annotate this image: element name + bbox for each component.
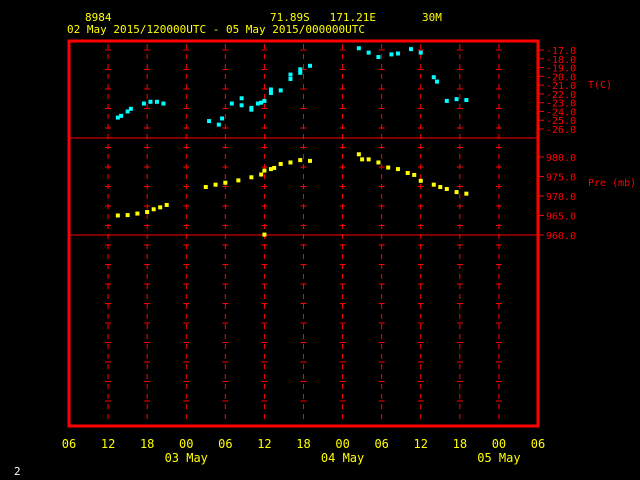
pressure-point xyxy=(213,182,218,187)
pressure-point xyxy=(360,157,365,162)
pressure-point xyxy=(405,170,410,175)
temperature-point xyxy=(431,75,436,80)
x-tick-label: 12 xyxy=(101,437,115,451)
date-label: 05 May xyxy=(477,451,520,465)
temperature-point xyxy=(161,101,166,106)
temperature-point xyxy=(128,106,133,111)
pressure-point xyxy=(223,180,228,185)
temperature-point xyxy=(239,96,244,101)
temperature-point xyxy=(454,97,459,102)
pressure-point xyxy=(356,152,361,157)
temperature-point xyxy=(444,98,449,103)
temperature-axis-label: T(C) xyxy=(588,80,612,91)
pressure-point xyxy=(431,182,436,187)
x-tick-label: 18 xyxy=(140,437,154,451)
temperature-point xyxy=(308,63,313,68)
pressure-point xyxy=(418,178,423,183)
x-tick-label: 18 xyxy=(296,437,310,451)
pressure-point xyxy=(298,158,303,163)
pressure-point xyxy=(412,172,417,177)
temperature-point xyxy=(262,98,267,103)
temperature-point xyxy=(298,70,303,75)
y-tick-label: 960.0 xyxy=(546,231,576,242)
pressure-point xyxy=(262,232,267,237)
temperature-point xyxy=(141,101,146,106)
pressure-point xyxy=(249,175,254,180)
x-tick-label: 06 xyxy=(374,437,388,451)
pressure-point xyxy=(115,213,120,218)
temperature-point xyxy=(268,91,273,96)
y-tick-label: -26.0 xyxy=(546,125,576,136)
pressure-point xyxy=(454,190,459,195)
pressure-point xyxy=(464,191,469,196)
temperature-point xyxy=(298,67,303,72)
x-tick-label: 06 xyxy=(62,437,76,451)
pressure-point xyxy=(272,165,277,170)
temperature-point xyxy=(418,50,423,55)
x-tick-label: 00 xyxy=(179,437,193,451)
pressure-point xyxy=(158,205,163,210)
y-tick-label: 975.0 xyxy=(546,173,576,184)
x-tick-label: 12 xyxy=(414,437,428,451)
pressure-point xyxy=(151,207,156,212)
temperature-point xyxy=(220,116,225,121)
pressure-point xyxy=(203,185,208,190)
temperature-point xyxy=(435,79,440,84)
y-tick-label: 970.0 xyxy=(546,192,576,203)
temperature-point xyxy=(366,50,371,55)
pressure-point xyxy=(278,162,283,167)
time-gridlines xyxy=(105,44,502,424)
temperature-point xyxy=(239,103,244,108)
temperature-point xyxy=(356,46,361,51)
data-points xyxy=(115,46,469,237)
temperature-point xyxy=(408,47,413,52)
temperature-point xyxy=(154,99,159,104)
pressure-point xyxy=(288,160,293,165)
y-tick-label: 965.0 xyxy=(546,212,576,223)
x-tick-label: 00 xyxy=(492,437,506,451)
page-number: 2 xyxy=(14,465,21,478)
pressure-point xyxy=(444,186,449,191)
temperature-point xyxy=(464,98,469,103)
temperature-point xyxy=(148,99,153,104)
temperature-point xyxy=(288,76,293,81)
pressure-point xyxy=(145,209,150,214)
temperature-point xyxy=(229,101,234,106)
temperature-point xyxy=(395,51,400,56)
pressure-point xyxy=(366,157,371,162)
pressure-point xyxy=(164,202,169,207)
pressure-point xyxy=(395,167,400,172)
date-label: 03 May xyxy=(165,451,208,465)
temperature-point xyxy=(207,119,212,124)
meteogram-chart: -17.0-18.0-19.0-20.0-21.0-22.0-23.0-24.0… xyxy=(62,39,636,465)
y-tick-label: 980.0 xyxy=(546,153,576,164)
pressure-axis-label: Pre (mb) xyxy=(588,178,636,189)
temperature-point xyxy=(389,52,394,57)
pressure-point xyxy=(308,158,313,163)
temperature-point xyxy=(268,87,273,92)
pressure-point xyxy=(259,172,264,177)
temperature-point xyxy=(249,107,254,112)
pressure-point xyxy=(236,178,241,183)
time-axis: 06 12 18 00 06 12 18 00 06 12 18 00 06 03 May 04 May 05… xyxy=(62,437,545,465)
date-label: 04 May xyxy=(321,451,364,465)
pressure-point xyxy=(262,168,267,173)
x-tick-label: 12 xyxy=(257,437,271,451)
x-tick-label: 06 xyxy=(531,437,545,451)
x-tick-label: 18 xyxy=(453,437,467,451)
temperature-point xyxy=(119,113,124,118)
pressure-point xyxy=(125,213,130,218)
pressure-point xyxy=(135,211,140,216)
pressure-point xyxy=(438,185,443,190)
x-tick-label: 00 xyxy=(335,437,349,451)
pressure-point xyxy=(386,165,391,170)
temperature-point xyxy=(288,72,293,77)
temperature-point xyxy=(278,88,283,93)
x-tick-label: 06 xyxy=(218,437,232,451)
temperature-point xyxy=(216,122,221,127)
value-axis: -17.0-18.0-19.0-20.0-21.0-22.0-23.0-24.0… xyxy=(538,46,636,242)
temperature-point xyxy=(376,55,381,60)
pressure-point xyxy=(376,160,381,165)
